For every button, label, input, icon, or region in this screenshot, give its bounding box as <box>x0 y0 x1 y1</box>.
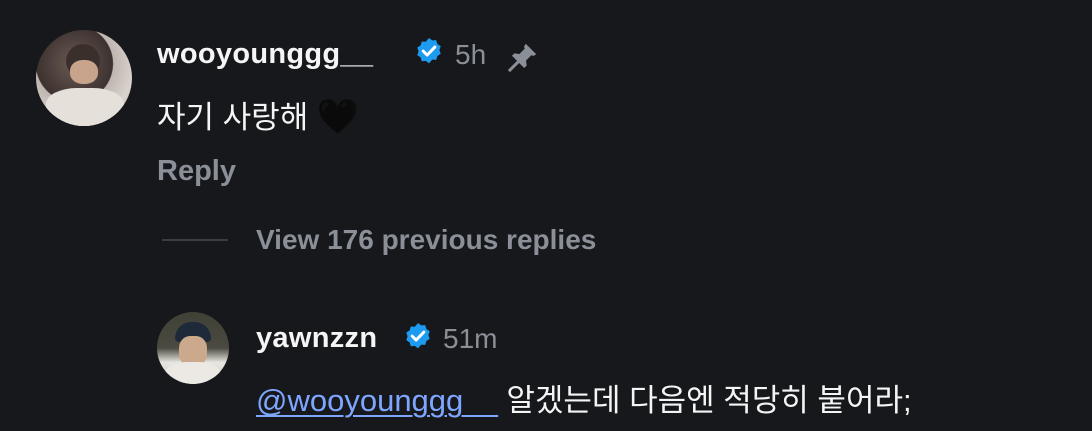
view-previous-replies-button[interactable]: View 176 previous replies <box>256 224 596 256</box>
thread-divider <box>162 239 228 241</box>
comment-body: 자기 사랑해 🖤 <box>157 92 359 137</box>
verified-badge-icon <box>406 323 430 349</box>
comment-text: 자기 사랑해 <box>157 100 309 135</box>
comment-timestamp: 5h <box>455 39 487 70</box>
mention-link[interactable]: @wooyounggg__ <box>256 383 498 418</box>
reply-body: @wooyounggg__ 알겠는데 다음엔 적당히 붙어라; <box>256 375 912 420</box>
pin-icon[interactable] <box>504 40 540 76</box>
reply-username[interactable]: yawnzzn <box>256 322 377 355</box>
reply-button[interactable]: Reply <box>157 155 236 188</box>
verified-badge-icon <box>417 38 441 64</box>
reply-text: 알겠는데 다음엔 적당히 붙어라; <box>506 383 912 418</box>
avatar[interactable] <box>36 30 132 126</box>
black-heart-emoji: 🖤 <box>316 98 360 136</box>
reply-timestamp: 51m <box>443 323 498 354</box>
comment-username[interactable]: wooyounggg__ <box>157 38 373 71</box>
reply-avatar[interactable] <box>157 312 229 384</box>
